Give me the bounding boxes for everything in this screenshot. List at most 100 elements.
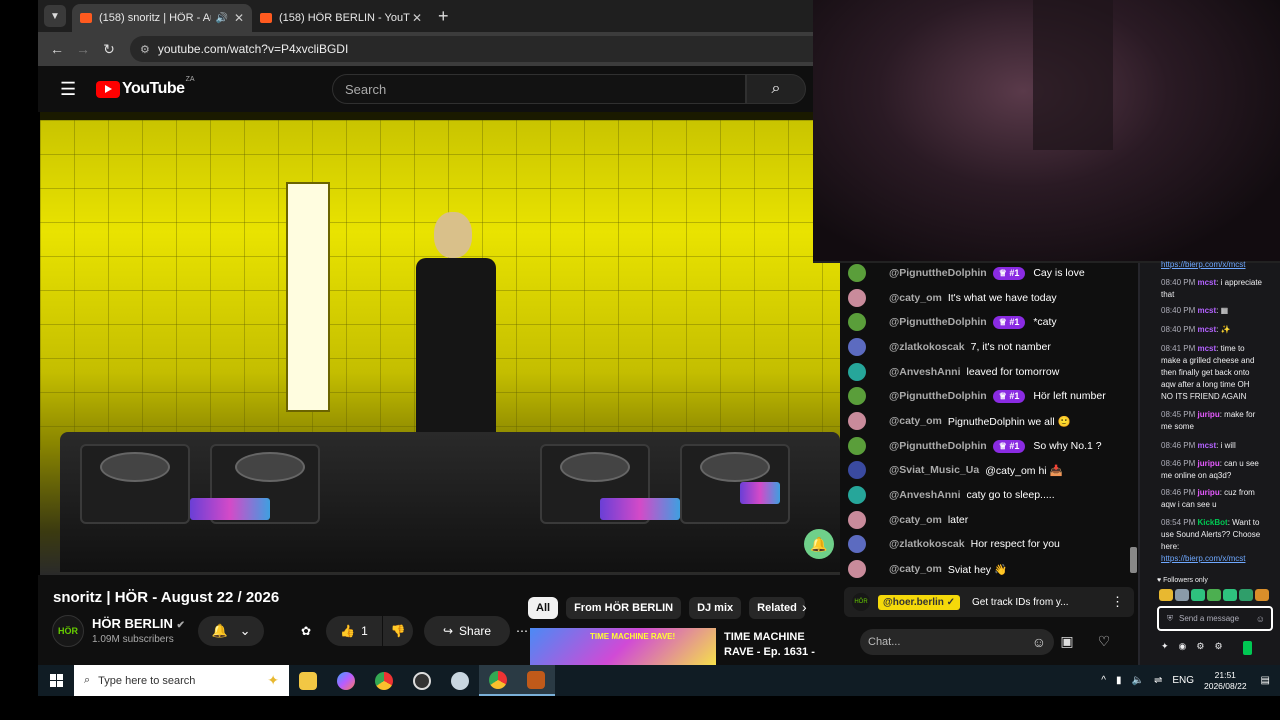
twitch-chat-input[interactable]: ⛨ Send a message ☺ xyxy=(1157,606,1273,631)
twitch-link[interactable]: https://bierp.com/x/mcst xyxy=(1161,554,1245,563)
more-actions-icon[interactable]: ⋯ xyxy=(512,616,532,646)
tab-active[interactable]: (158) snoritz | HÖR - August 🔊 ✕ xyxy=(72,4,252,32)
settings-alt-icon[interactable]: ⚙ xyxy=(1214,641,1222,655)
twitch-username[interactable]: mcst xyxy=(1197,344,1216,353)
file-explorer-icon[interactable] xyxy=(289,665,327,696)
back-arrow-icon[interactable]: ← xyxy=(44,41,70,57)
youtube-logo[interactable]: YouTube ZA xyxy=(96,76,195,98)
tab-close-icon[interactable]: ✕ xyxy=(234,11,244,25)
chat-username[interactable]: @PignuttheDolphin xyxy=(889,390,987,402)
snipping-icon[interactable] xyxy=(441,665,479,696)
twitch-message[interactable]: https://bierp.com/x/mcst xyxy=(1161,259,1263,271)
chat-message[interactable]: @zlatkokoscak 7, it's not namber xyxy=(848,337,1051,357)
channel-avatar[interactable]: HÖR xyxy=(52,615,84,647)
chat-scrollbar[interactable] xyxy=(1130,547,1137,573)
volume-icon[interactable]: 🔈 xyxy=(1131,675,1143,686)
join-icon[interactable]: ✿ xyxy=(296,616,316,646)
menu-icon[interactable]: ☰ xyxy=(60,79,90,100)
chat-message[interactable]: @caty_om PignutheDolphin we all 🙂 xyxy=(848,411,1071,431)
chrome-active-icon[interactable] xyxy=(479,665,517,696)
emote-icon[interactable] xyxy=(1255,589,1269,601)
chat-username[interactable]: @PignuttheDolphin xyxy=(889,267,987,279)
chat-message[interactable]: @PignuttheDolphin ♕ #1 Cay is love xyxy=(848,263,1085,283)
chat-message[interactable]: @zlatkokoscak Hor respect for you xyxy=(848,534,1060,554)
chip-all[interactable]: All xyxy=(528,597,559,619)
emote-icon[interactable] xyxy=(1223,589,1237,601)
like-button[interactable]: 👍 1 xyxy=(326,616,382,646)
chat-username[interactable]: @zlatkokoscak xyxy=(889,538,965,550)
bits-icon[interactable]: ✦ xyxy=(1161,641,1169,655)
chat-username[interactable]: @zlatkokoscak xyxy=(889,341,965,353)
tab-search-button[interactable]: ▼ xyxy=(44,5,66,27)
chat-username[interactable]: @caty_om xyxy=(889,563,942,575)
chat-input[interactable]: Chat... ☺ xyxy=(860,629,1054,655)
chat-message[interactable]: @PignuttheDolphin ♕ #1 Hör left number xyxy=(848,386,1106,406)
dislike-button[interactable]: 👎 xyxy=(383,616,413,646)
chat-message[interactable]: @caty_om later xyxy=(848,510,968,530)
subscribed-bell-button[interactable]: 🔔 ⌄ xyxy=(198,616,264,646)
channel-name[interactable]: HÖR BERLIN ✔ xyxy=(92,616,185,631)
twitch-message[interactable]: 08:46 PM mcst: i will xyxy=(1161,440,1263,452)
twitch-message[interactable]: 08:46 PM juripu: cuz from aqw i can see … xyxy=(1161,487,1263,511)
twitch-message[interactable]: 08:45 PM juripu: make for me some xyxy=(1161,409,1263,433)
twitch-message[interactable]: 08:40 PM mcst: i appreciate that xyxy=(1161,277,1263,301)
forward-arrow-icon[interactable]: → xyxy=(70,41,96,57)
twitch-username[interactable]: mcst xyxy=(1197,325,1216,334)
pinned-message[interactable]: HÖR @hoer.berlin ✓ Get track IDs from y.… xyxy=(844,587,1134,617)
chat-username[interactable]: @caty_om xyxy=(889,415,942,427)
emote-icon[interactable] xyxy=(1175,589,1189,601)
site-info-icon[interactable]: ⚙ xyxy=(140,43,150,56)
points-icon[interactable]: ◉ xyxy=(1179,641,1187,655)
twitch-message[interactable]: 08:40 PM mcst: ✨ xyxy=(1161,324,1263,336)
emote-icon[interactable] xyxy=(1239,589,1253,601)
chat-username[interactable]: @caty_om xyxy=(889,292,942,304)
twitch-username[interactable]: juripu xyxy=(1197,459,1219,468)
chat-username[interactable]: @PignuttheDolphin xyxy=(889,316,987,328)
emote-icon[interactable] xyxy=(1207,589,1221,601)
emoji-icon[interactable]: ☺ xyxy=(1032,634,1046,650)
twitch-username[interactable]: mcst xyxy=(1197,441,1216,450)
recommendation-title[interactable]: TIME MACHINE RAVE - Ep. 1631 - xyxy=(724,630,834,665)
chrome-icon[interactable] xyxy=(365,665,403,696)
network-icon[interactable]: ⇌ xyxy=(1154,675,1162,686)
chat-username[interactable]: @AnveshAnni xyxy=(889,489,961,501)
tab-close-icon[interactable]: ✕ xyxy=(412,11,422,25)
emoji-icon[interactable]: ☺ xyxy=(1256,614,1265,624)
chat-message[interactable]: @PignuttheDolphin ♕ #1 *caty xyxy=(848,312,1057,332)
language-indicator[interactable]: ENG xyxy=(1172,675,1194,686)
super-chat-icon[interactable]: ▣ xyxy=(1056,633,1078,651)
share-button[interactable]: ↪ Share xyxy=(424,616,510,646)
chat-username[interactable]: @Sviat_Music_Ua xyxy=(889,464,979,476)
notification-icon[interactable]: ▤ xyxy=(1261,675,1270,686)
start-button[interactable] xyxy=(38,674,74,687)
twitch-username[interactable]: mcst xyxy=(1197,278,1216,287)
tab-inactive[interactable]: (158) HÖR BERLIN - YouTube ✕ xyxy=(252,4,430,32)
heart-icon[interactable]: ♡ xyxy=(1093,633,1115,651)
chat-message[interactable]: @caty_om It's what we have today xyxy=(848,288,1057,308)
twitch-username[interactable]: juripu xyxy=(1197,410,1219,419)
chip-from-channel[interactable]: From HÖR BERLIN xyxy=(566,597,682,619)
chat-message[interactable]: @AnveshAnni leaved for tomorrow xyxy=(848,362,1059,382)
app-icon[interactable] xyxy=(517,665,555,696)
bell-icon[interactable]: 🔔 xyxy=(804,529,834,559)
chat-message[interactable]: @AnveshAnni caty go to sleep..... xyxy=(848,485,1055,505)
taskbar-search[interactable]: ⌕ Type here to search ✦ xyxy=(74,665,289,696)
new-tab-icon[interactable]: + xyxy=(438,6,449,27)
twitch-username[interactable]: mcst xyxy=(1197,306,1216,315)
clock[interactable]: 21:51 2026/08/22 xyxy=(1204,670,1247,692)
recommendation-thumbnail[interactable]: TIME MACHINE RAVE! xyxy=(530,628,716,665)
chip-related[interactable]: Related xyxy=(749,597,805,619)
search-button[interactable]: ⌕ xyxy=(746,74,806,104)
chat-button[interactable] xyxy=(1242,641,1252,655)
chat-username[interactable]: @caty_om xyxy=(889,514,942,526)
chat-username[interactable]: @PignuttheDolphin xyxy=(889,440,987,452)
search-input[interactable]: Search xyxy=(332,74,746,104)
more-vert-icon[interactable]: ⋮ xyxy=(1111,594,1124,610)
url-field[interactable]: ⚙ youtube.com/watch?v=P4xvcliBGDI xyxy=(130,36,813,62)
twitch-username[interactable]: KickBot xyxy=(1197,518,1227,527)
chevron-up-icon[interactable]: ^ xyxy=(1101,675,1106,686)
obs-icon[interactable] xyxy=(403,665,441,696)
chat-message[interactable]: @PignuttheDolphin ♕ #1 So why No.1 ? xyxy=(848,436,1102,456)
chat-message[interactable]: @caty_om Sviat hey 👋 xyxy=(848,559,1007,579)
twitch-message[interactable]: 08:40 PM mcst: ▦ xyxy=(1161,305,1263,317)
